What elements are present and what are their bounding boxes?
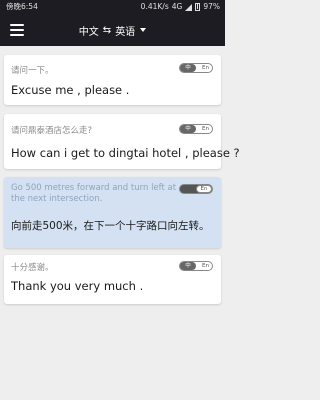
conversation-card-active[interactable]: Go 500 metres forward and turn left at t… <box>4 177 221 248</box>
chevron-down-icon[interactable] <box>140 28 147 32</box>
language-toggle[interactable]: 中 En <box>179 124 213 134</box>
status-bar: 傍晚6:54 0.41K/s 4G 97% <box>0 0 225 14</box>
network-speed: 0.41K/s <box>140 2 169 11</box>
source-text: 请问一下。 <box>11 66 54 76</box>
language-selector[interactable]: 中文 ⇆ 英语 <box>0 14 225 46</box>
toggle-knob: 中 <box>180 262 196 270</box>
network-type: 4G <box>171 2 183 11</box>
conversation-card[interactable]: 十分感谢。 中 En Thank you very much . <box>4 255 221 304</box>
toggle-label: En <box>202 126 209 132</box>
toggle-knob: 中 <box>180 64 196 72</box>
status-indicators: 0.41K/s 4G 97% <box>141 0 220 14</box>
status-time: 傍晚6:54 <box>6 2 38 11</box>
source-text: Go 500 metres forward and turn left at t… <box>11 183 177 204</box>
toggle-label: 中 <box>183 186 189 192</box>
source-text: 十分感谢。 <box>11 263 54 273</box>
source-language[interactable]: 中文 <box>79 23 99 38</box>
source-text: 请问鼎泰酒店怎么走? <box>11 126 93 136</box>
toggle-label: En <box>202 65 209 71</box>
conversation-card[interactable]: 请问鼎泰酒店怎么走? 中 En How can i get to dingtai… <box>4 114 240 169</box>
translated-text: Thank you very much . <box>11 279 144 293</box>
toggle-knob: En <box>196 185 212 193</box>
translated-text: How can i get to dingtai hotel , please … <box>11 146 240 160</box>
target-language[interactable]: 英语 <box>115 23 135 38</box>
toggle-label: En <box>202 263 209 269</box>
signal-icon <box>185 3 193 11</box>
app-header: 中文 ⇆ 英语 <box>0 14 225 46</box>
swap-icon[interactable]: ⇆ <box>103 25 111 36</box>
translated-text: 向前走500米，在下一个十字路口向左转。 <box>11 220 210 232</box>
language-toggle[interactable]: 中 En <box>179 261 213 271</box>
language-toggle[interactable]: En 中 <box>179 184 213 194</box>
battery-level: 97% <box>203 2 220 11</box>
toggle-knob: 中 <box>180 125 196 133</box>
language-toggle[interactable]: 中 En <box>179 63 213 73</box>
translated-text: Excuse me , please . <box>11 83 130 97</box>
battery-icon <box>195 3 201 11</box>
conversation-card[interactable]: 请问一下。 中 En Excuse me , please . <box>4 55 221 105</box>
